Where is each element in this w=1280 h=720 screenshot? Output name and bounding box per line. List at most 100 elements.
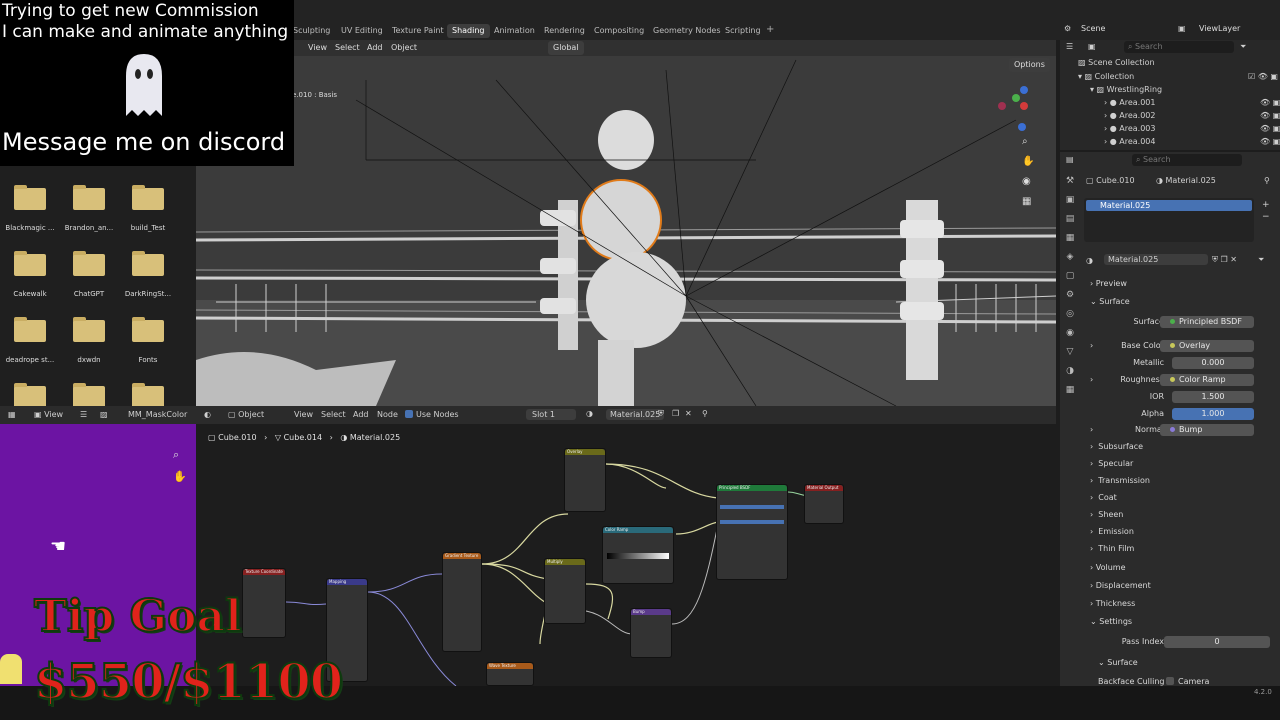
- folder-icon[interactable]: [14, 317, 46, 342]
- collection-row[interactable]: ▾ ▨ Collection: [1078, 72, 1134, 81]
- add-workspace-icon[interactable]: +: [766, 24, 774, 35]
- image-name[interactable]: MM_MaskColor: [128, 410, 187, 419]
- tab-scripting[interactable]: Scripting: [720, 24, 766, 38]
- folder-icon[interactable]: [132, 317, 164, 342]
- outliner-item[interactable]: › ● Area.003: [1104, 124, 1156, 133]
- folder-icon[interactable]: [73, 185, 105, 210]
- base-color-field[interactable]: Overlay: [1160, 340, 1254, 352]
- tab-geometry-nodes[interactable]: Geometry Nodes: [648, 24, 725, 38]
- menu-object[interactable]: Object: [391, 40, 417, 56]
- metallic-field[interactable]: 0.000: [1172, 357, 1254, 369]
- panel-settings[interactable]: ⌄ Settings: [1090, 615, 1132, 629]
- roughness-field[interactable]: Color Ramp: [1160, 374, 1254, 386]
- menu-view[interactable]: View: [308, 40, 327, 56]
- properties-tabs[interactable]: ⚒ ▣ ▤ ▦ ◈ ▢ ⚙ ◎ ◉ ▽ ◑ ▦: [1062, 172, 1078, 452]
- fake-user-icon[interactable]: ⛨: [658, 409, 664, 419]
- zoom-icon[interactable]: ⌕: [1022, 136, 1028, 147]
- node-material-output[interactable]: Material Output: [804, 484, 844, 524]
- duplicate-icon[interactable]: ❐: [672, 409, 679, 418]
- tab-uv-editing[interactable]: UV Editing: [336, 24, 388, 38]
- normal-field[interactable]: Bump: [1160, 424, 1254, 436]
- image-canvas[interactable]: ⌕ ✋ ☚: [0, 424, 196, 686]
- transform-orientation[interactable]: Global: [548, 41, 584, 55]
- expand-icon[interactable]: ›: [1090, 339, 1093, 353]
- properties-search[interactable]: ⌕ Search: [1132, 154, 1242, 166]
- visibility-eye-icon[interactable]: 👁 ▣: [1260, 124, 1280, 133]
- folder-icon[interactable]: [14, 185, 46, 210]
- close-icon[interactable]: ✕: [685, 409, 692, 418]
- node-color-ramp[interactable]: Color Ramp: [602, 526, 674, 584]
- visibility-eye-icon[interactable]: 👁 ▣: [1260, 137, 1280, 146]
- slot-select[interactable]: Slot 1: [526, 409, 576, 420]
- tab-compositing[interactable]: Compositing: [589, 24, 649, 38]
- subpanel-coat[interactable]: › Coat: [1090, 491, 1117, 505]
- material-browse-icon[interactable]: ◑: [1086, 256, 1093, 265]
- surface-shader-field[interactable]: Principled BSDF: [1160, 316, 1254, 328]
- tab-animation[interactable]: Animation: [489, 24, 540, 38]
- remove-slot-icon[interactable]: −: [1262, 212, 1270, 222]
- pin-icon[interactable]: ⚲: [702, 409, 708, 418]
- alpha-field[interactable]: 1.000: [1172, 408, 1254, 420]
- folder-icon[interactable]: [73, 317, 105, 342]
- node-overlay[interactable]: Overlay: [564, 448, 606, 512]
- filter-icon[interactable]: ⏷: [1258, 255, 1264, 265]
- node-menu-node[interactable]: Node: [377, 410, 398, 419]
- outliner-item[interactable]: › ● Area.004: [1104, 137, 1156, 146]
- subpanel-subsurface[interactable]: › Subsurface: [1090, 440, 1143, 454]
- wrestling-ring-row[interactable]: ▾ ▨ WrestlingRing: [1090, 85, 1162, 94]
- subpanel-emission[interactable]: › Emission: [1090, 525, 1134, 539]
- folder-icon[interactable]: [132, 383, 164, 408]
- image-list-icon[interactable]: ☰: [80, 410, 87, 419]
- outliner-search[interactable]: ⌕ Search: [1124, 41, 1234, 53]
- zoom-icon[interactable]: ⌕: [173, 448, 179, 462]
- scene-selector[interactable]: Scene: [1081, 24, 1105, 33]
- node-editor-type-icon[interactable]: ◐: [204, 410, 211, 419]
- expand-icon[interactable]: ›: [1090, 373, 1093, 387]
- outliner-menu-icon[interactable]: ☰: [1066, 42, 1073, 51]
- node-menu-add[interactable]: Add: [353, 410, 369, 419]
- node-multiply[interactable]: Multiply: [544, 558, 586, 624]
- tab-texture-paint[interactable]: Texture Paint: [387, 24, 449, 38]
- folder-icon[interactable]: [132, 185, 164, 210]
- material-select[interactable]: Material.025: [606, 409, 665, 420]
- outliner-item[interactable]: › ● Area.001: [1104, 98, 1156, 107]
- expand-icon[interactable]: ›: [1090, 423, 1093, 437]
- grid-icon[interactable]: ▦: [1022, 196, 1031, 207]
- folder-icon[interactable]: [132, 251, 164, 276]
- panel-volume[interactable]: › Volume: [1090, 561, 1126, 575]
- ior-field[interactable]: 1.500: [1172, 391, 1254, 403]
- node-principled-bsdf[interactable]: Principled BSDF: [716, 484, 788, 580]
- pan-hand-icon[interactable]: ✋: [1022, 156, 1034, 167]
- subpanel-sheen[interactable]: › Sheen: [1090, 508, 1123, 522]
- node-wave-texture[interactable]: Wave Texture: [486, 662, 534, 686]
- material-name-field[interactable]: Material.025: [1104, 254, 1208, 265]
- node-menu-select[interactable]: Select: [321, 410, 346, 419]
- image-view-menu[interactable]: ▣ View: [34, 410, 63, 419]
- node-gradient-texture[interactable]: Gradient Texture: [442, 552, 482, 652]
- color-ramp-gradient[interactable]: [607, 553, 669, 559]
- pin-icon[interactable]: ⚲: [1264, 176, 1270, 185]
- node-menu-view[interactable]: View: [294, 410, 313, 419]
- properties-type-icon[interactable]: ▤: [1066, 155, 1074, 164]
- view-layer-selector[interactable]: ViewLayer: [1199, 24, 1240, 33]
- visibility-eye-icon[interactable]: 👁 ▣: [1260, 98, 1280, 107]
- folder-icon[interactable]: [14, 383, 46, 408]
- subpanel-transmission[interactable]: › Transmission: [1090, 474, 1150, 488]
- panel-surface[interactable]: ⌄ Surface: [1090, 295, 1130, 309]
- panel-displacement[interactable]: › Displacement: [1090, 579, 1151, 593]
- node-bump[interactable]: Bump: [630, 608, 672, 658]
- display-mode-icon[interactable]: ▣: [1088, 42, 1096, 51]
- panel-preview[interactable]: › Preview: [1090, 277, 1127, 291]
- material-slot-item[interactable]: Material.025: [1086, 200, 1252, 211]
- editor-type-icon[interactable]: ▦: [8, 410, 16, 419]
- options-button[interactable]: Options: [1009, 58, 1050, 72]
- use-nodes-checkbox[interactable]: Use Nodes: [405, 410, 459, 419]
- material-actions[interactable]: ⛨ ❐ ✕: [1212, 255, 1237, 265]
- tab-sculpting[interactable]: Sculpting: [288, 24, 335, 38]
- filter-icon[interactable]: ⏷: [1240, 42, 1246, 52]
- node-texture-coordinate[interactable]: Texture Coordinate: [242, 568, 286, 638]
- shader-mode-select[interactable]: ▢ Object: [228, 410, 264, 419]
- image-browse-icon[interactable]: ▨: [100, 410, 108, 419]
- tab-rendering[interactable]: Rendering: [539, 24, 590, 38]
- pass-index-field[interactable]: 0: [1164, 636, 1270, 648]
